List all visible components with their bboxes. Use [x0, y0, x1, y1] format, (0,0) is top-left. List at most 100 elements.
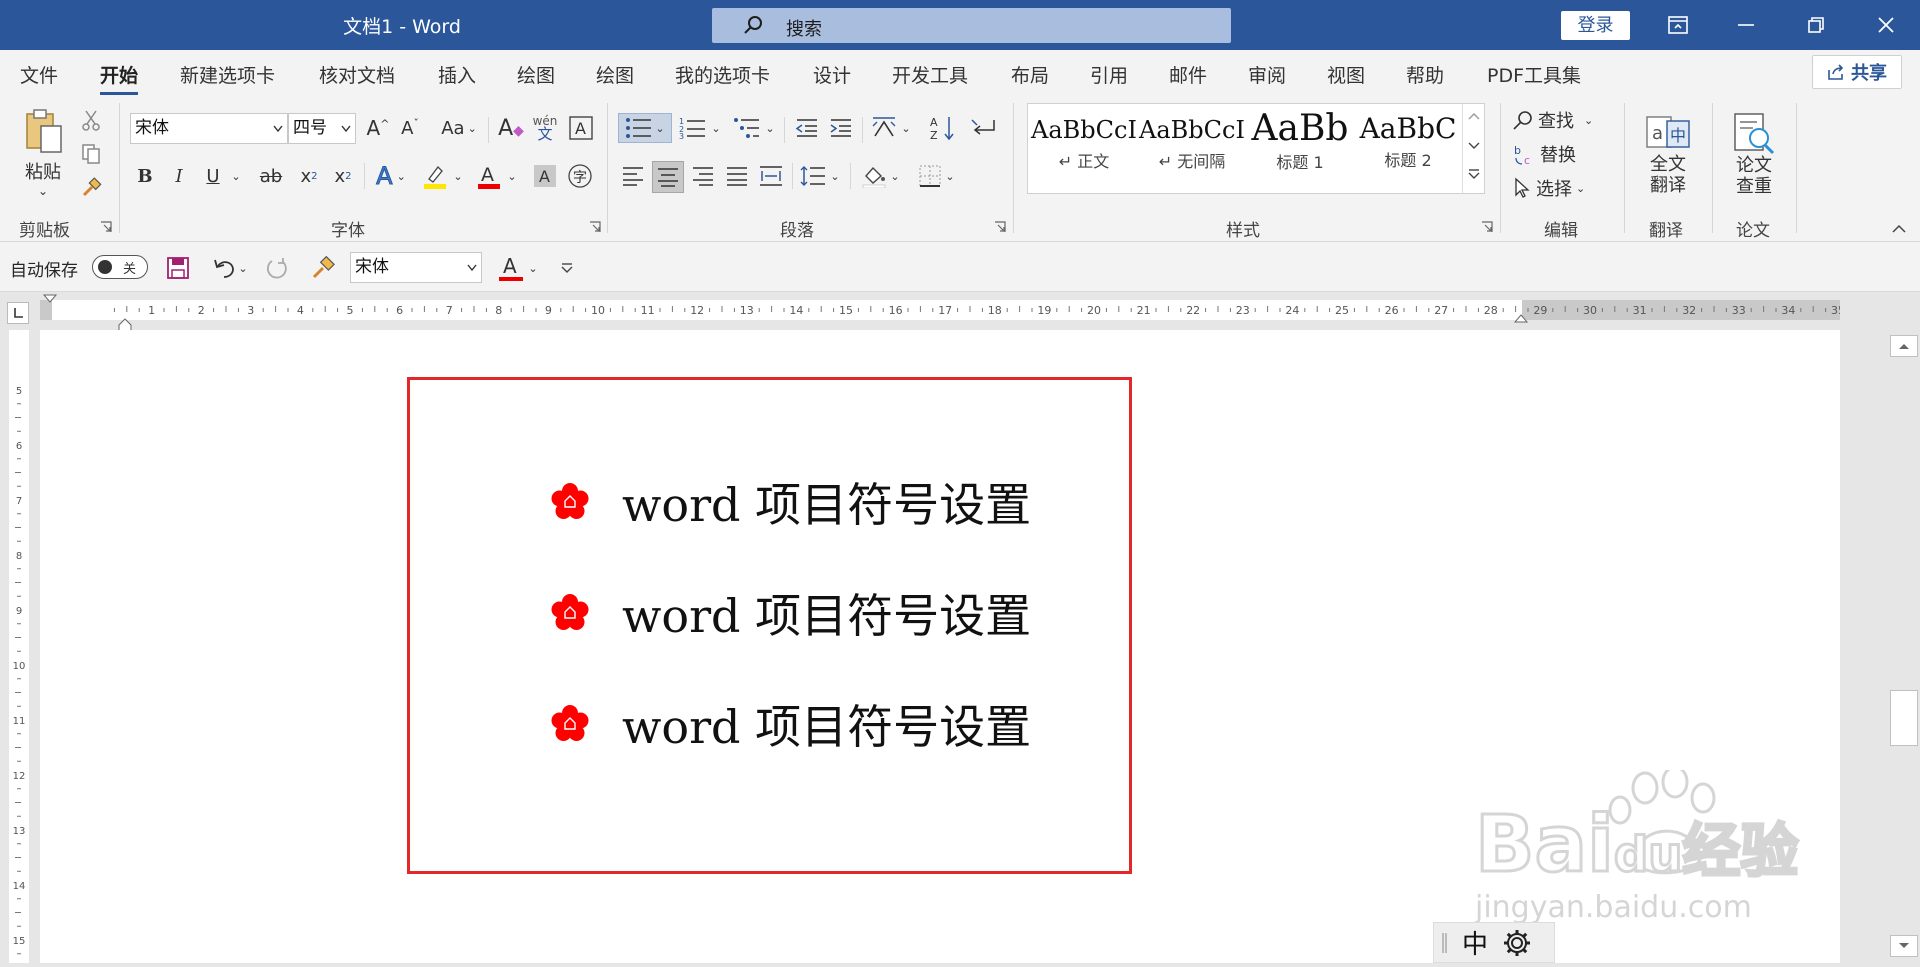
autosave-toggle[interactable]: 关 — [92, 255, 148, 279]
borders-button[interactable]: ⌄ — [912, 161, 962, 191]
align-left-button[interactable] — [618, 161, 648, 191]
align-right-button[interactable] — [688, 161, 718, 191]
full-translate-button[interactable]: a 中全文 翻译 — [1636, 103, 1700, 207]
right-indent-marker[interactable] — [1514, 314, 1528, 324]
align-center-button[interactable] — [652, 161, 684, 193]
horizontal-ruler[interactable]: 1 2 3 4 5 6 7 8 9 10 11 12 13 14 15 16 17 18 19 20 21 22 23 24 2… — [40, 300, 1840, 320]
bold-button[interactable]: B — [130, 161, 160, 191]
clear-format-button[interactable]: A◆ — [496, 113, 526, 143]
line-spacing-button[interactable]: ⌄ — [796, 161, 844, 191]
paste-button[interactable]: 粘贴 ⌄ — [14, 103, 72, 203]
chevron-down-icon[interactable] — [1468, 142, 1480, 150]
char-shading-button[interactable]: A — [530, 161, 560, 191]
bullet-paragraph-1[interactable]: word 项目符号设置 — [550, 472, 1031, 532]
cut-button[interactable] — [76, 105, 106, 135]
vertical-ruler[interactable]: 5 6 7 8 9 10 11 12 13 14 15 — [9, 330, 29, 963]
tab-review[interactable]: 审阅 — [1248, 61, 1286, 88]
scroll-down-button[interactable] — [1890, 935, 1918, 957]
phonetic-guide-button[interactable]: wén 文 — [530, 111, 560, 145]
strikethrough-button[interactable]: ab — [254, 161, 288, 191]
tab-references[interactable]: 引用 — [1090, 61, 1128, 88]
tab-home[interactable]: 开始 — [100, 61, 139, 95]
decrease-indent-button[interactable] — [792, 113, 822, 143]
select-button[interactable]: 选择 ⌄ — [1512, 173, 1612, 203]
font-name-combo[interactable]: 宋体 — [130, 113, 288, 144]
paragraph-launcher-icon[interactable] — [994, 221, 1006, 233]
undo-button[interactable]: ⌄ — [206, 253, 254, 283]
save-button[interactable] — [163, 253, 193, 283]
superscript-button[interactable]: x2 — [328, 161, 358, 191]
style-heading-1[interactable]: AaBb 标题 1 — [1246, 104, 1354, 193]
gear-icon[interactable] — [1502, 928, 1532, 958]
bullet-paragraph-2[interactable]: word 项目符号设置 — [550, 583, 1031, 643]
style-normal[interactable]: AaBbCcI ↵ 正文 — [1030, 104, 1138, 193]
tab-layout[interactable]: 布局 — [1011, 61, 1049, 88]
tab-mailings[interactable]: 邮件 — [1169, 61, 1207, 88]
ime-mode-button[interactable]: 中 — [1462, 924, 1488, 961]
login-button[interactable]: 登录 — [1561, 11, 1630, 40]
bullet-paragraph-3[interactable]: word 项目符号设置 — [550, 694, 1031, 754]
char-border-button[interactable]: A — [566, 113, 596, 143]
qat-font-color-button[interactable]: A ⌄ — [494, 253, 542, 283]
ime-drag-handle-icon[interactable] — [1442, 932, 1448, 954]
ribbon-display-options-button[interactable] — [1648, 0, 1708, 50]
collapse-ribbon-icon[interactable] — [1892, 223, 1906, 233]
tab-help[interactable]: 帮助 — [1406, 61, 1444, 88]
underline-dropdown-icon[interactable]: ⌄ — [228, 161, 244, 191]
style-heading-2[interactable]: AaBbC 标题 2 — [1354, 104, 1462, 193]
tab-selector-button[interactable] — [7, 302, 29, 324]
italic-button[interactable]: I — [164, 161, 194, 191]
format-painter-qat-button[interactable] — [306, 253, 340, 283]
format-painter-button[interactable] — [76, 173, 106, 203]
scroll-thumb[interactable] — [1890, 690, 1918, 746]
multilevel-list-button[interactable]: ⌄ — [730, 113, 778, 143]
change-case-button[interactable]: Aa ⌄ — [436, 113, 482, 143]
text-effects-button[interactable]: A ⌄ — [368, 161, 414, 191]
tab-insert[interactable]: 插入 — [438, 61, 476, 88]
qat-font-combo[interactable]: 宋体 — [350, 252, 482, 283]
highlight-button[interactable]: ⌄ — [418, 161, 468, 191]
chinese-layout-button[interactable]: ⌄ — [866, 113, 916, 143]
tab-my-tab[interactable]: 我的选项卡 — [675, 61, 770, 88]
bullets-button[interactable]: ⌄ — [618, 113, 672, 143]
clipboard-launcher-icon[interactable] — [100, 221, 112, 233]
numbering-button[interactable]: 1 2 3 ⌄ — [676, 113, 724, 143]
tab-design[interactable]: 设计 — [813, 61, 851, 88]
search-box[interactable]: 搜索 — [712, 8, 1231, 43]
scroll-up-button[interactable] — [1890, 335, 1918, 357]
redo-button[interactable] — [262, 253, 292, 283]
font-launcher-icon[interactable] — [589, 221, 601, 233]
find-button[interactable]: 查找 ⌄ — [1512, 105, 1612, 135]
chevron-up-icon[interactable] — [1468, 112, 1480, 120]
grow-font-button[interactable]: A^ — [364, 113, 392, 143]
tab-developer[interactable]: 开发工具 — [892, 61, 968, 88]
sort-button[interactable]: AZ — [926, 113, 960, 143]
close-button[interactable] — [1856, 0, 1916, 50]
tab-pdf-tools[interactable]: PDF工具集 — [1487, 61, 1581, 88]
minimize-button[interactable] — [1716, 0, 1776, 50]
show-marks-button[interactable] — [966, 113, 1000, 143]
distributed-button[interactable] — [756, 161, 786, 191]
styles-launcher-icon[interactable] — [1481, 221, 1493, 233]
tab-draw-1[interactable]: 绘图 — [517, 61, 555, 88]
increase-indent-button[interactable] — [826, 113, 856, 143]
underline-button[interactable]: U — [198, 161, 228, 191]
tab-draw-2[interactable]: 绘图 — [596, 61, 634, 88]
share-button[interactable]: 共享 — [1812, 55, 1902, 89]
copy-button[interactable] — [76, 139, 106, 169]
font-color-button[interactable]: A ⌄ — [472, 161, 522, 191]
shading-button[interactable]: ⌄ — [856, 161, 906, 191]
vertical-scrollbar[interactable] — [1880, 330, 1920, 963]
tab-view[interactable]: 视图 — [1327, 61, 1365, 88]
font-size-combo[interactable]: 四号 — [288, 113, 356, 144]
tab-new-tab[interactable]: 新建选项卡 — [180, 61, 275, 88]
first-line-indent-marker[interactable] — [43, 294, 57, 304]
paper-check-button[interactable]: 论文 查重 — [1722, 103, 1786, 207]
subscript-button[interactable]: x2 — [294, 161, 324, 191]
customize-qat-button[interactable] — [556, 253, 578, 283]
tab-check-doc[interactable]: 核对文档 — [319, 61, 395, 88]
tab-file[interactable]: 文件 — [20, 61, 58, 88]
justify-button[interactable] — [722, 161, 752, 191]
restore-button[interactable] — [1786, 0, 1846, 50]
enclose-char-button[interactable]: 字 — [564, 161, 596, 191]
